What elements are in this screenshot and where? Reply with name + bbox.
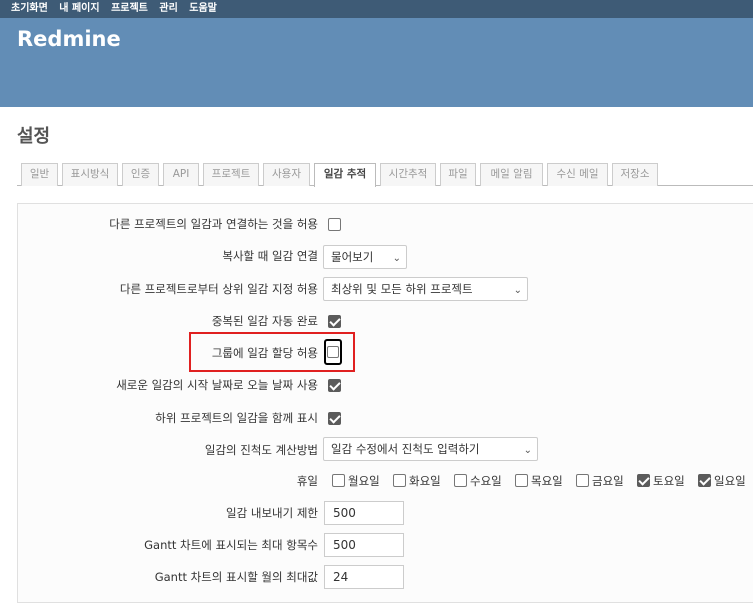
top-menu-projects[interactable]: 프로젝트 bbox=[111, 3, 148, 14]
tab-display[interactable]: 표시방식 bbox=[62, 163, 118, 186]
day-monday-checkbox[interactable] bbox=[332, 474, 345, 487]
link-copied-issue-label: 복사할 때 일감 연결 bbox=[222, 249, 318, 263]
tab-files[interactable]: 파일 bbox=[440, 163, 476, 186]
chevron-down-icon: ⌄ bbox=[392, 253, 401, 264]
default-issue-start-date-checkbox[interactable] bbox=[328, 379, 341, 392]
tab-general[interactable]: 일반 bbox=[21, 163, 58, 186]
export-limit-label: 일감 내보내기 제한 bbox=[226, 506, 318, 520]
gantt-items-limit-input[interactable] bbox=[324, 533, 404, 557]
display-subprojects-issues-checkbox[interactable] bbox=[328, 412, 341, 425]
page-title: 설정 bbox=[17, 126, 51, 147]
chevron-down-icon: ⌄ bbox=[523, 445, 532, 456]
cross-project-relations-label: 다른 프로젝트의 일감과 연결하는 것을 허용 bbox=[109, 217, 318, 231]
done-ratio-calculation-value: 일감 수정에서 진척도 입력하기 bbox=[331, 442, 480, 456]
settings-tabs: 일반 표시방식 인증 API 프로젝트 사용자 일감 추적 시간추적 파일 메일… bbox=[17, 163, 753, 187]
issue-group-assignment-checkbox[interactable] bbox=[324, 339, 342, 365]
tab-email-notifications[interactable]: 메일 알림 bbox=[480, 163, 543, 186]
day-sunday-checkbox[interactable] bbox=[698, 474, 711, 487]
export-limit-input[interactable] bbox=[324, 501, 404, 525]
day-thursday-checkbox[interactable] bbox=[515, 474, 528, 487]
day-friday-checkbox[interactable] bbox=[576, 474, 589, 487]
app-title: Redmine bbox=[17, 27, 121, 51]
default-issue-start-date-label: 새로운 일감의 시작 날짜로 오늘 날짜 사용 bbox=[116, 378, 318, 392]
done-ratio-calculation-select[interactable]: 일감 수정에서 진척도 입력하기 ⌄ bbox=[323, 437, 538, 461]
top-menu-my-page[interactable]: 내 페이지 bbox=[59, 3, 99, 14]
header: Redmine bbox=[0, 18, 753, 107]
cross-project-subtasks-value: 최상위 및 모든 하위 프로젝트 bbox=[331, 282, 473, 296]
gantt-items-limit-label: Gantt 차트에 표시되는 최대 항목수 bbox=[144, 538, 318, 552]
tab-time-tracking[interactable]: 시간추적 bbox=[380, 163, 436, 186]
day-saturday-checkbox[interactable] bbox=[637, 474, 650, 487]
issue-group-assignment-label: 그룹에 일감 할당 허용 bbox=[211, 346, 318, 360]
close-duplicate-issues-label: 중복된 일감 자동 완료 bbox=[211, 314, 318, 328]
day-wednesday-checkbox[interactable] bbox=[454, 474, 467, 487]
gantt-months-limit-label: Gantt 차트의 표시할 월의 최대값 bbox=[154, 570, 318, 584]
non-working-days-group: 월요일 화요일 수요일 목요일 금요일 토요일 일요일 bbox=[332, 473, 753, 491]
done-ratio-calculation-label: 일감의 진척도 계산방법 bbox=[204, 443, 318, 457]
top-menu-home[interactable]: 초기화면 bbox=[11, 3, 48, 14]
tab-projects[interactable]: 프로젝트 bbox=[203, 163, 259, 186]
tab-issue-tracking[interactable]: 일감 추적 bbox=[314, 163, 376, 187]
checkbox-box bbox=[327, 346, 339, 358]
tab-authentication[interactable]: 인증 bbox=[122, 163, 159, 186]
tab-incoming-emails[interactable]: 수신 메일 bbox=[547, 163, 608, 186]
tab-api[interactable]: API bbox=[163, 163, 199, 186]
display-subprojects-issues-label: 하위 프로젝트의 일감을 함께 표시 bbox=[155, 411, 318, 425]
non-working-days-label: 휴일 bbox=[296, 474, 318, 488]
link-copied-issue-select[interactable]: 물어보기 ⌄ bbox=[323, 245, 407, 269]
cross-project-subtasks-select[interactable]: 최상위 및 모든 하위 프로젝트 ⌄ bbox=[323, 277, 528, 301]
day-tuesday-checkbox[interactable] bbox=[393, 474, 406, 487]
top-menu-administration[interactable]: 관리 bbox=[159, 3, 177, 14]
cross-project-subtasks-label: 다른 프로젝트로부터 상위 일감 지정 허용 bbox=[119, 282, 318, 296]
cross-project-relations-checkbox[interactable] bbox=[328, 218, 341, 231]
tab-users[interactable]: 사용자 bbox=[263, 163, 310, 186]
chevron-down-icon: ⌄ bbox=[513, 285, 522, 296]
gantt-months-limit-input[interactable] bbox=[324, 565, 404, 589]
top-menu: 초기화면 내 페이지 프로젝트 관리 도움말 bbox=[0, 0, 753, 18]
tab-repositories[interactable]: 저장소 bbox=[612, 163, 658, 186]
close-duplicate-issues-checkbox[interactable] bbox=[328, 315, 341, 328]
link-copied-issue-value: 물어보기 bbox=[331, 250, 374, 264]
top-menu-help[interactable]: 도움말 bbox=[189, 3, 217, 14]
